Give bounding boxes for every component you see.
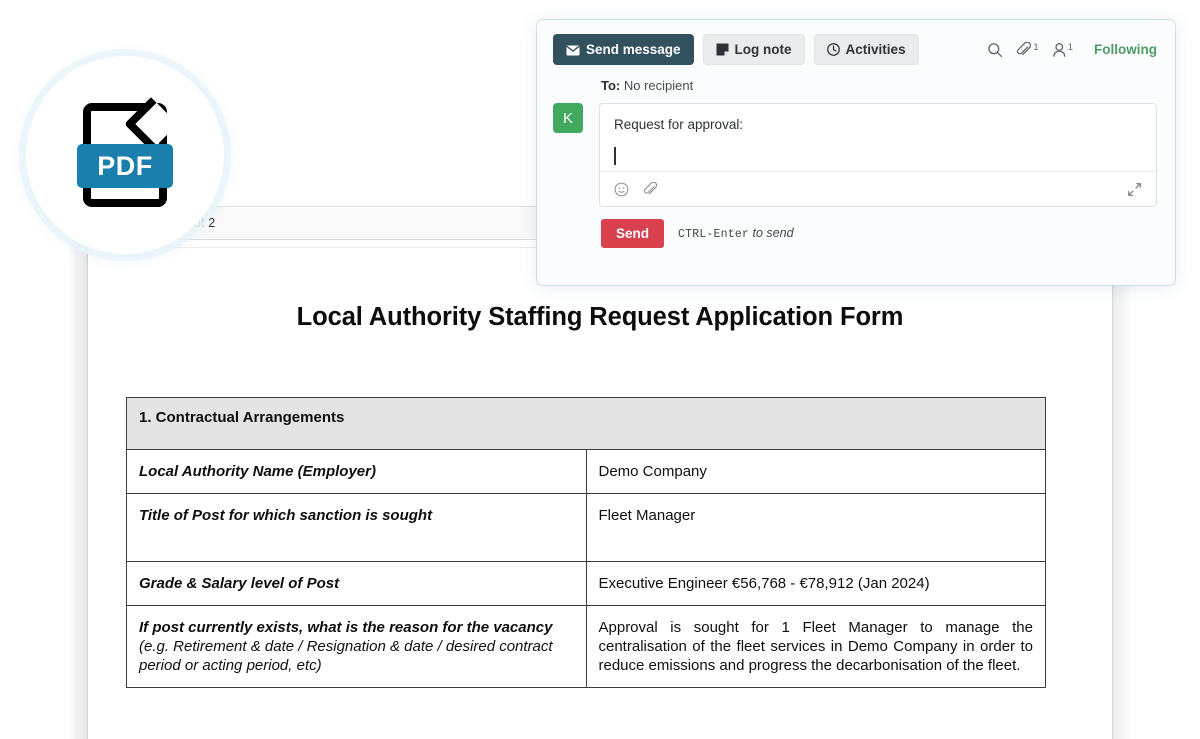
attach-file-icon[interactable] [643,181,658,197]
note-icon [716,43,729,56]
recipient-line: To: No recipient [537,65,1175,93]
tab-activities[interactable]: Activities [813,34,919,65]
composer-caret-line [614,145,1142,171]
chatter-header-actions: 1 1 Following [987,41,1161,58]
page-gutter-right [1112,240,1132,739]
document-title: Local Authority Staffing Request Applica… [296,303,904,331]
row-value-vacancy-reason: Approval is sought for 1 Fleet Manager t… [585,605,1046,689]
tab-send-message-label: Send message [586,42,681,57]
send-shortcut-hint: CTRL-Enter to send [678,226,794,241]
recipient-prefix: To: [601,78,621,93]
table-row: Grade & Salary level of Post Executive E… [126,561,1046,607]
text-caret [614,147,616,166]
followers-counter[interactable]: 1 [1052,42,1073,58]
composer-wrapper: K Request for approval: [537,93,1175,208]
send-row: Send CTRL-Enter to send [537,207,1175,249]
tab-log-note[interactable]: Log note [702,34,805,65]
app-root: of 2 Local Authority Staffing Request Ap… [0,0,1200,739]
following-button[interactable]: Following [1094,42,1157,57]
row-value-employer: Demo Company [585,448,1046,495]
pdf-page: Local Authority Staffing Request Applica… [88,248,1112,739]
row-value-grade-salary: Executive Engineer €56,768 - €78,912 (Ja… [585,561,1046,607]
page-gutter-left [68,240,88,739]
table-row: If post currently exists, what is the re… [126,605,1046,689]
clock-icon [826,43,840,56]
attachments-counter[interactable]: 1 [1016,41,1039,58]
row-label-post-title: Title of Post for which sanction is soug… [126,493,587,563]
section-header-cell: 1. Contractual Arrangements [126,397,1046,450]
pdf-file-icon: PDF [77,97,178,207]
pdf-file-badge[interactable]: PDF [26,56,224,254]
table-section-row: 1. Contractual Arrangements [126,397,1046,450]
pdf-label-band: PDF [77,144,173,188]
followers-count: 1 [1067,41,1073,53]
envelope-icon [566,45,580,55]
send-shortcut-suffix: to send [752,226,794,241]
row-label-employer: Local Authority Name (Employer) [126,448,587,495]
avatar: K [553,103,583,133]
row-label-grade-salary: Grade & Salary level of Post [126,561,587,607]
pdf-label-text: PDF [97,150,153,181]
row-label-vacancy-reason-bold: If post currently exists, what is the re… [139,619,553,637]
emoji-icon[interactable] [614,182,629,197]
expand-icon[interactable] [1127,182,1142,197]
composer-toolbar [600,171,1156,206]
chatter-panel: Send message Log note Activities 1 1 Fol… [537,20,1175,285]
tab-send-message[interactable]: Send message [553,34,694,65]
send-button[interactable]: Send [601,219,665,249]
row-label-vacancy-reason: If post currently exists, what is the re… [126,605,587,689]
contractual-arrangements-table: 1. Contractual Arrangements Local Author… [126,397,1046,689]
row-value-post-title: Fleet Manager [585,493,1046,563]
table-row: Local Authority Name (Employer) Demo Com… [126,448,1046,495]
send-shortcut-keys: CTRL-Enter [678,228,750,242]
chatter-header: Send message Log note Activities 1 1 Fol… [537,20,1175,65]
search-icon[interactable] [987,42,1003,58]
tab-activities-label: Activities [845,42,906,57]
table-row: Title of Post for which sanction is soug… [126,493,1046,563]
recipient-value: No recipient [623,78,694,93]
composer-body[interactable]: Request for approval: [600,104,1156,171]
composer-text: Request for approval: [614,117,744,132]
tab-log-note-label: Log note [734,42,792,57]
row-label-vacancy-reason-note: (e.g. Retirement & date / Resignation & … [139,638,553,675]
attachments-count: 1 [1033,41,1039,53]
message-composer[interactable]: Request for approval: [599,103,1157,208]
